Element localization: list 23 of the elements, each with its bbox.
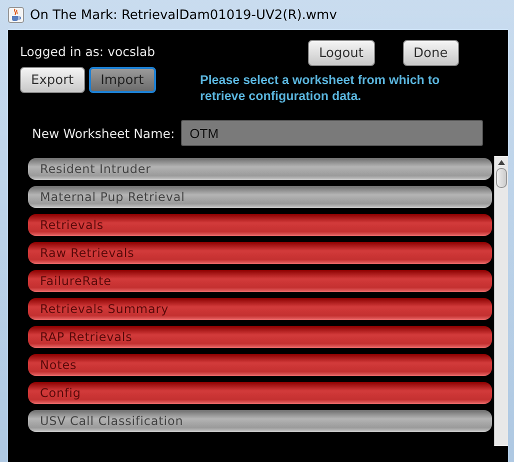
worksheet-item[interactable]: RAP Retrievals xyxy=(28,326,492,348)
workbook-item[interactable]: Maternal Pup Retrieval xyxy=(28,186,492,208)
export-button[interactable]: Export xyxy=(20,67,85,93)
logged-in-label: Logged in as: vocslab xyxy=(20,44,156,59)
import-button[interactable]: Import xyxy=(88,67,156,93)
workbook-item[interactable]: USV Call Classification xyxy=(28,410,492,432)
worksheet-item[interactable]: Notes xyxy=(28,354,492,376)
scrollbar[interactable] xyxy=(494,156,508,446)
logout-button[interactable]: Logout xyxy=(308,40,375,66)
scroll-thumb[interactable] xyxy=(496,168,508,188)
scroll-up-icon[interactable] xyxy=(498,160,506,165)
worksheet-item[interactable]: Retrievals xyxy=(28,214,492,236)
worksheet-name-field[interactable]: OTM xyxy=(180,120,483,146)
instruction-message: Please select a worksheet from which to retrieve configuration data. xyxy=(200,72,441,104)
worksheet-item[interactable]: Retrievals Summary xyxy=(28,298,492,320)
worksheet-item[interactable]: Config xyxy=(28,382,492,404)
coffee-cup-icon xyxy=(8,7,24,23)
window-title: On The Mark: RetrievalDam01019-UV2(R).wmv xyxy=(30,8,337,22)
worksheet-name-label: New Worksheet Name: xyxy=(32,126,175,140)
done-button[interactable]: Done xyxy=(402,40,459,66)
workbook-item[interactable]: Resident Intruder xyxy=(28,158,492,180)
worksheet-item[interactable]: Raw Retrievals xyxy=(28,242,492,264)
worksheet-item[interactable]: FailureRate xyxy=(28,270,492,292)
